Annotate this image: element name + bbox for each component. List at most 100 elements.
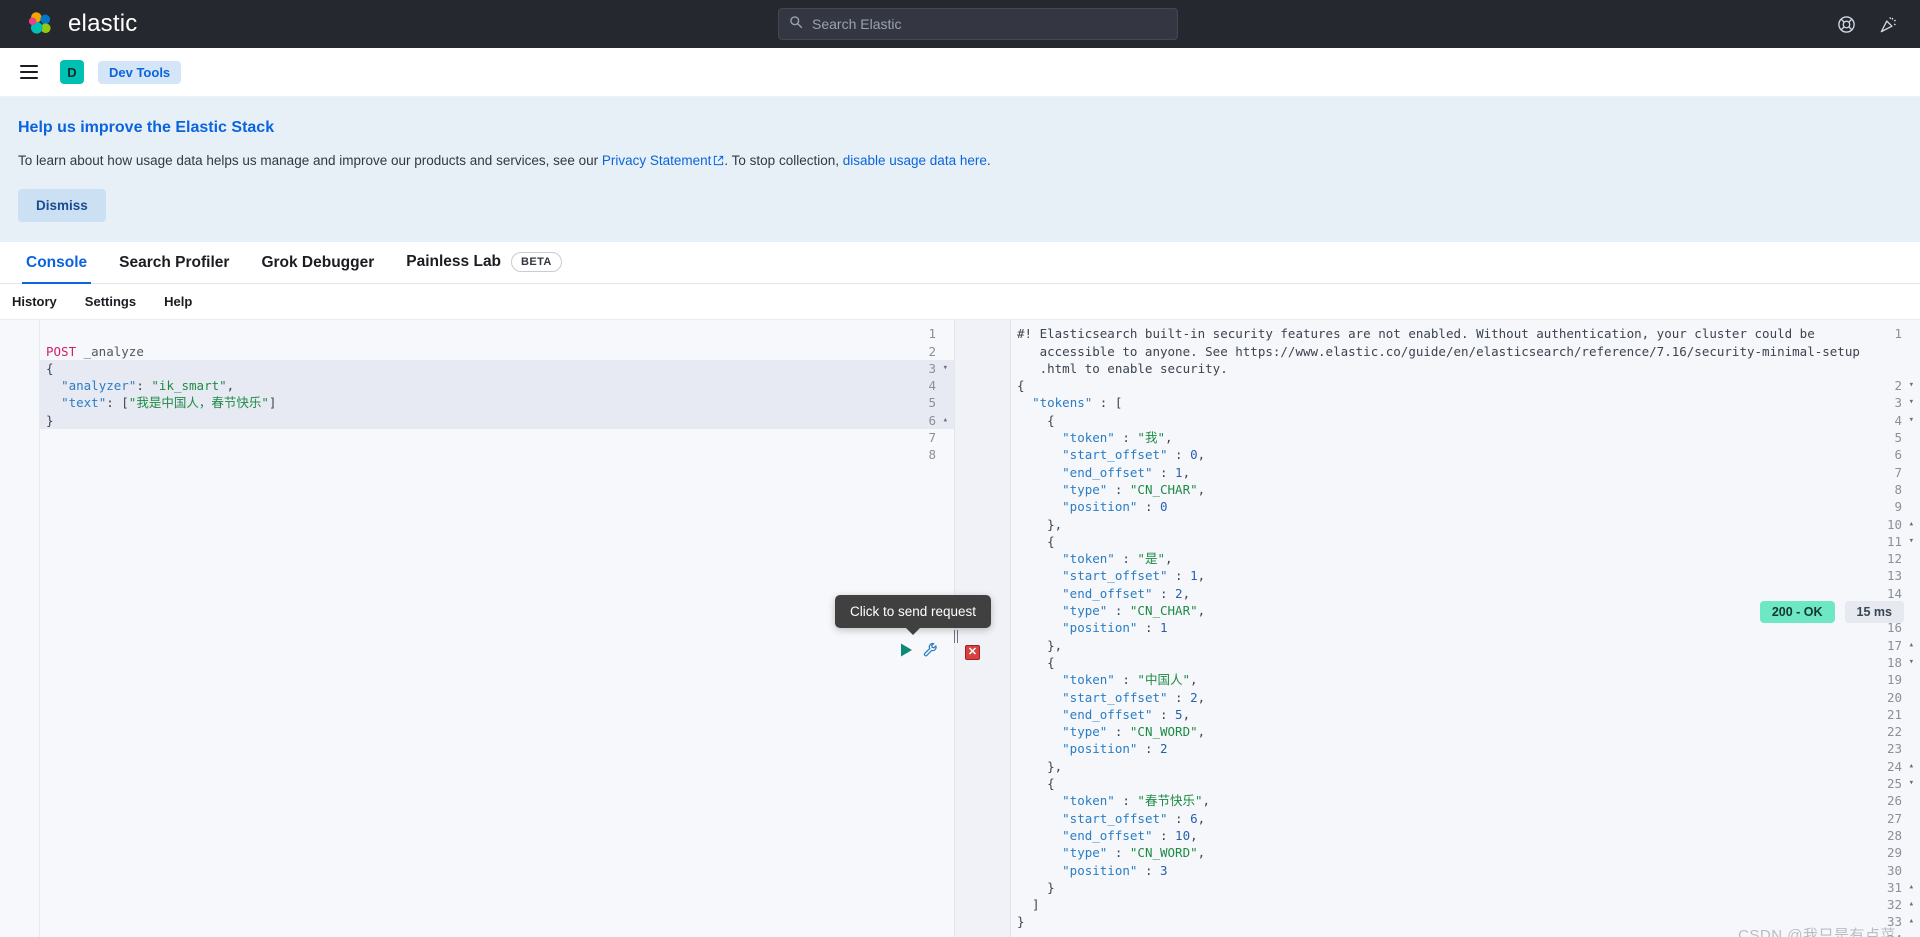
code-token: : xyxy=(1152,585,1176,601)
code-token: { xyxy=(1017,533,1055,549)
privacy-statement-link[interactable]: Privacy Statement xyxy=(602,153,712,168)
banner-description: To learn about how usage data helps us m… xyxy=(18,151,1902,172)
code-text: { xyxy=(46,360,54,377)
code-line: 27 "start_offset" : 6, xyxy=(955,810,1920,827)
pane-splitter[interactable] xyxy=(949,320,963,937)
code-text: "position" : 2 xyxy=(1017,740,1167,757)
breadcrumb-dev-tools[interactable]: Dev Tools xyxy=(98,60,182,84)
code-text: }, xyxy=(1017,516,1062,533)
send-request-play-icon[interactable] xyxy=(900,643,913,662)
tab-grok-debugger[interactable]: Grok Debugger xyxy=(245,254,390,283)
code-token: "CN_WORD" xyxy=(1129,724,1198,740)
code-token: { xyxy=(46,360,54,376)
beta-badge: BETA xyxy=(511,252,562,273)
response-editor[interactable]: 1 #! Elasticsearch built-in security feat… xyxy=(955,320,1920,937)
line-number: 22 xyxy=(1886,724,1902,740)
code-line: 11 ▾ { xyxy=(955,533,1920,550)
code-line: 10 ▴ }, xyxy=(955,516,1920,533)
line-number: 8 xyxy=(1894,481,1902,497)
code-line[interactable]: 6 ▴} xyxy=(0,412,954,429)
subbar-history[interactable]: History xyxy=(12,294,57,309)
line-number: 6 xyxy=(1894,447,1902,463)
code-text: "start_offset" : 1, xyxy=(1017,567,1205,584)
code-text: "token" : "是", xyxy=(1017,550,1172,567)
help-icon[interactable] xyxy=(1836,14,1856,34)
party-popper-icon[interactable] xyxy=(1878,14,1898,34)
line-number: 21 xyxy=(1886,706,1902,722)
code-token: "type" xyxy=(1062,724,1108,740)
request-editor[interactable]: 1 2 POST _analyze 3 ▾ {4 "analyzer": "ik_smar… xyxy=(0,320,955,937)
code-line: 6 "start_offset" : 0, xyxy=(955,446,1920,463)
disable-usage-data-link[interactable]: disable usage data here xyxy=(843,153,987,168)
code-token: 3 xyxy=(1160,862,1168,878)
response-scrollbar[interactable] xyxy=(1911,320,1920,937)
code-token: 0 xyxy=(1160,499,1168,515)
devtools-tabs: Console Search Profiler Grok Debugger Pa… xyxy=(0,242,1920,285)
line-number: 4 xyxy=(1894,412,1902,428)
code-text: "text": ["我是中国人，春节快乐"] xyxy=(46,394,276,411)
code-token: } xyxy=(1017,914,1025,930)
code-line[interactable]: 2 POST _analyze xyxy=(0,343,954,360)
code-line[interactable]: 4 "analyzer": "ik_smart", xyxy=(0,377,954,394)
code-line: 12 "token" : "是", xyxy=(955,550,1920,567)
code-text: }, xyxy=(1017,637,1062,654)
response-error-marker[interactable]: ✕ xyxy=(965,645,980,661)
dismiss-button[interactable]: Dismiss xyxy=(18,189,106,223)
code-token: "text" xyxy=(61,395,107,411)
global-header: elastic Search Elastic xyxy=(0,0,1920,48)
code-token: : xyxy=(1114,672,1138,688)
subbar-settings[interactable]: Settings xyxy=(85,294,136,309)
menu-toggle-icon[interactable] xyxy=(12,55,46,89)
code-token: "end_offset" xyxy=(1062,706,1153,722)
tab-search-profiler[interactable]: Search Profiler xyxy=(103,254,245,283)
code-token: : xyxy=(1114,430,1138,446)
line-number: 18 xyxy=(1886,654,1902,670)
code-text: "position" : 1 xyxy=(1017,619,1167,636)
line-number: 2 xyxy=(928,343,936,359)
tab-console[interactable]: Console xyxy=(10,254,103,285)
code-text: { xyxy=(1017,533,1055,550)
brand-name: elastic xyxy=(68,10,138,37)
code-text: } xyxy=(1017,913,1025,930)
code-line: 21 "end_offset" : 5, xyxy=(955,706,1920,723)
code-token: : xyxy=(1114,793,1138,809)
code-token: : xyxy=(1137,862,1160,878)
code-line[interactable]: 1 xyxy=(0,325,954,342)
code-token: }, xyxy=(1017,758,1063,774)
line-number: 5 xyxy=(1894,430,1902,446)
code-token: } xyxy=(46,412,54,428)
code-text: } xyxy=(1017,879,1055,896)
code-text: "type" : "CN_CHAR", xyxy=(1017,481,1205,498)
code-line: 19 "token" : "中国人", xyxy=(955,671,1920,688)
code-line[interactable]: 3 ▾ { xyxy=(0,360,954,377)
code-token: #! Elasticsearch built-in security featu… xyxy=(1017,326,1815,342)
code-line: 2 ▾{ xyxy=(955,377,1920,394)
code-line: 9 "position" : 0 xyxy=(955,498,1920,515)
space-avatar[interactable]: D xyxy=(60,60,84,84)
tab-painless-lab[interactable]: Painless Lab BETA xyxy=(390,252,578,283)
code-line: 32 ▴ ] xyxy=(955,896,1920,913)
line-number: 11 xyxy=(1886,533,1902,549)
code-token: 10 xyxy=(1175,827,1191,843)
code-token: , xyxy=(226,378,235,394)
line-number: 6 xyxy=(928,412,936,428)
code-token: ] xyxy=(268,395,277,411)
code-token: "analyzer" xyxy=(61,378,137,394)
subbar-help[interactable]: Help xyxy=(164,294,192,309)
code-fold-toggle-icon[interactable]: ▴ xyxy=(943,412,948,429)
code-token: 6 xyxy=(1190,810,1198,826)
code-line[interactable]: 7 xyxy=(0,429,954,446)
code-fold-toggle-icon[interactable]: ▾ xyxy=(943,360,948,377)
global-search-input[interactable]: Search Elastic xyxy=(778,8,1178,40)
wrench-icon[interactable] xyxy=(923,642,938,662)
code-line[interactable]: 8 xyxy=(0,446,954,463)
code-text: "token" : "中国人", xyxy=(1017,671,1197,688)
code-line[interactable]: 5 "text": ["我是中国人，春节快乐"] xyxy=(0,394,954,411)
code-line: 13 "start_offset" : 1, xyxy=(955,567,1920,584)
